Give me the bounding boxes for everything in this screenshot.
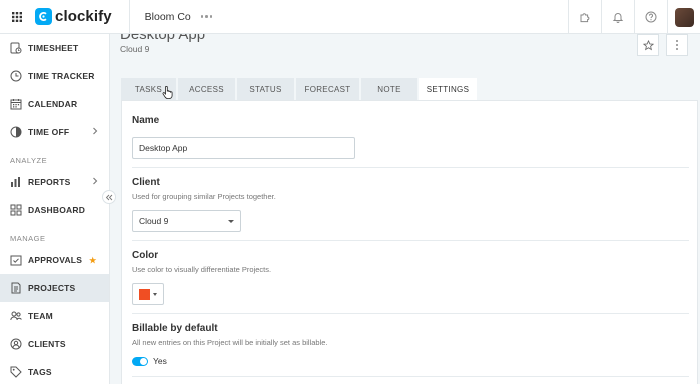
- document-icon: [10, 282, 22, 294]
- apps-grid-icon[interactable]: [0, 0, 34, 34]
- project-client-subtitle: Cloud 9: [120, 44, 150, 54]
- double-chevron-left-icon: [105, 194, 113, 200]
- tab-settings[interactable]: SETTINGS: [419, 78, 477, 101]
- tab-forecast[interactable]: FORECAST: [296, 78, 359, 100]
- sidebar-item-label: REPORTS: [28, 177, 71, 187]
- timesheet-icon: [10, 42, 22, 54]
- color-picker[interactable]: [132, 283, 164, 305]
- caret-down-icon: [228, 220, 234, 223]
- toggle-knob: [140, 357, 147, 365]
- sidebar-item-label: TEAM: [28, 311, 53, 321]
- divider: [132, 313, 689, 314]
- section-label-manage: MANAGE: [10, 234, 46, 243]
- favorite-button[interactable]: [637, 34, 659, 56]
- star-icon: [642, 39, 654, 50]
- sidebar-item-projects[interactable]: PROJECTS: [0, 274, 109, 302]
- project-name-input[interactable]: Desktop App: [132, 137, 355, 159]
- client-select[interactable]: Cloud 9: [132, 210, 241, 232]
- help-icon[interactable]: [634, 0, 667, 34]
- tab-status[interactable]: STATUS: [237, 78, 294, 100]
- avatar-cell[interactable]: [667, 0, 700, 34]
- color-swatch: [139, 288, 150, 300]
- tab-note[interactable]: NOTE: [361, 78, 417, 100]
- sidebar-item-time-tracker[interactable]: TIME TRACKER: [0, 62, 109, 90]
- sidebar-item-clients[interactable]: CLIENTS: [0, 330, 109, 358]
- hand-cursor-icon: [162, 85, 173, 102]
- client-select-value: Cloud 9: [139, 216, 169, 226]
- more-horizontal-icon[interactable]: [200, 15, 213, 18]
- team-icon: [10, 310, 22, 322]
- sidebar: TIMESHEET TIME TRACKER CALENDAR TIME OFF…: [0, 34, 110, 384]
- sidebar-item-reports[interactable]: REPORTS: [0, 168, 109, 196]
- sidebar-item-label: TIME TRACKER: [28, 71, 95, 81]
- sidebar-item-label: TAGS: [28, 367, 52, 377]
- project-tabs: TASKS ACCESS STATUS FORECAST NOTE SETTIN…: [121, 78, 477, 101]
- clockify-logo-icon: [35, 8, 52, 25]
- client-field-description: Used for grouping similar Projects toget…: [132, 192, 276, 201]
- clock-icon: [10, 70, 22, 82]
- color-field-title: Color: [132, 250, 159, 261]
- collapse-sidebar-button[interactable]: [102, 190, 116, 204]
- page-title: Desktop App: [120, 34, 206, 43]
- sidebar-item-dashboard[interactable]: DASHBOARD: [0, 196, 109, 224]
- sidebar-item-tags[interactable]: TAGS: [0, 358, 109, 384]
- color-field-description: Use color to visually differentiate Proj…: [132, 265, 272, 274]
- sidebar-item-label: TIMESHEET: [28, 43, 79, 53]
- tag-icon: [10, 366, 22, 378]
- sidebar-item-label: DASHBOARD: [28, 205, 86, 215]
- sidebar-item-calendar[interactable]: CALENDAR: [0, 90, 109, 118]
- bar-chart-icon: [10, 176, 22, 188]
- tab-access[interactable]: ACCESS: [178, 78, 235, 100]
- sidebar-item-label: APPROVALS: [28, 255, 83, 265]
- sidebar-item-approvals[interactable]: APPROVALS ★: [0, 246, 109, 274]
- workspace-divider: [128, 0, 130, 34]
- divider: [132, 376, 689, 377]
- avatar[interactable]: [674, 7, 694, 27]
- client-field-title: Client: [132, 177, 160, 188]
- main-content: Desktop App Cloud 9 TASKS ACCESS STATUS …: [110, 34, 700, 384]
- dashboard-icon: [10, 204, 22, 216]
- top-right-actions: [568, 0, 700, 34]
- sidebar-item-label: TIME OFF: [28, 127, 70, 137]
- more-options-button[interactable]: [666, 34, 688, 56]
- sidebar-item-team[interactable]: TEAM: [0, 302, 109, 330]
- calendar-icon: [10, 98, 22, 110]
- divider: [132, 167, 689, 168]
- billable-field-title: Billable by default: [132, 323, 218, 334]
- caret-down-icon: [153, 292, 157, 296]
- bell-icon[interactable]: [601, 0, 634, 34]
- sidebar-item-timesheet[interactable]: TIMESHEET: [0, 34, 109, 62]
- billable-field-description: All new entries on this Project will be …: [132, 338, 328, 347]
- billable-toggle-label: Yes: [153, 356, 167, 366]
- billable-toggle-row: Yes: [132, 356, 167, 366]
- divider: [132, 240, 689, 241]
- more-vertical-icon: [676, 40, 678, 50]
- workspace-name[interactable]: Bloom Co: [145, 11, 191, 23]
- sidebar-item-label: CALENDAR: [28, 99, 78, 109]
- section-label-analyze: ANALYZE: [10, 156, 48, 165]
- new-badge: ★: [89, 255, 97, 265]
- approvals-icon: [10, 254, 22, 266]
- name-field-title: Name: [132, 115, 160, 126]
- chevron-right-icon: [92, 177, 98, 187]
- time-off-icon: [10, 126, 22, 138]
- clockify-logo[interactable]: clockify: [35, 8, 112, 25]
- clients-icon: [10, 338, 22, 350]
- billable-toggle[interactable]: [132, 356, 148, 366]
- settings-panel: Name Desktop App Client Used for groupin…: [121, 100, 698, 384]
- top-bar: clockify Bloom Co: [0, 0, 700, 34]
- puzzle-icon[interactable]: [568, 0, 601, 34]
- chevron-right-icon: [92, 127, 98, 137]
- sidebar-item-label: CLIENTS: [28, 339, 66, 349]
- sidebar-item-label: PROJECTS: [28, 283, 76, 293]
- brand-name: clockify: [55, 8, 112, 25]
- sidebar-item-time-off[interactable]: TIME OFF: [0, 118, 109, 146]
